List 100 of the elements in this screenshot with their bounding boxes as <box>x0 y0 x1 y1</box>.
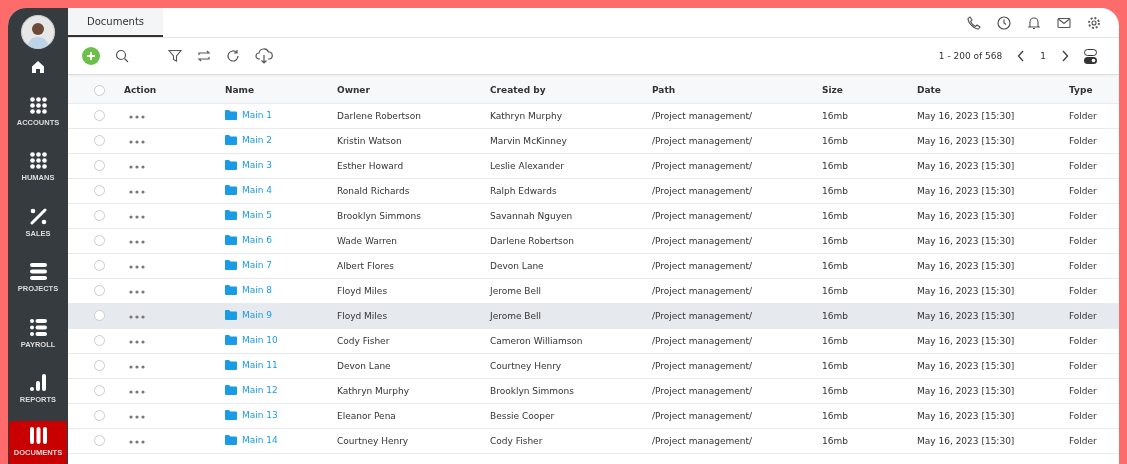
table-cell: Courtney Henry <box>490 360 562 371</box>
table-cell: Bessie Cooper <box>490 410 555 421</box>
table-cell: 16mb <box>822 135 848 146</box>
table-cell: Folder <box>1069 160 1097 171</box>
table-cell: Jerome Bell <box>490 285 542 296</box>
table-cell: Ronald Richards <box>337 185 410 196</box>
table-cell: Albert Flores <box>337 260 394 271</box>
table-row[interactable]: Main 9 Floyd Miles Jerome Bell /Project management/ 16mb May 16, 2023 [15:30] Folder <box>68 303 1119 328</box>
table-cell: Wade Warren <box>337 235 398 246</box>
table-cell: Folder <box>1069 385 1097 396</box>
table-cell: Floyd Miles <box>337 285 388 296</box>
table-row[interactable]: Main 14 Courtney Henry Cody Fisher /Project management/ 16mb May 16, 2023 [15:30] Folder <box>68 428 1119 453</box>
table-cell: /Project management/ <box>652 435 752 446</box>
column-header[interactable]: Action <box>124 85 157 96</box>
column-header[interactable]: Created by <box>490 85 546 96</box>
column-header[interactable]: Path <box>652 85 676 96</box>
table-cell: 16mb <box>822 110 848 121</box>
table-row[interactable]: Main 4 Ronald Richards Ralph Edwards /Project management/ 16mb May 16, 2023 [15:30] Folder <box>68 178 1119 203</box>
pagination-range: 1 - 200 of 568 <box>938 51 1003 61</box>
table-cell: Ralph Edwards <box>490 185 557 196</box>
table-cell: Folder <box>1069 410 1097 421</box>
table-cell: 16mb <box>822 385 848 396</box>
table-cell: /Project management/ <box>652 360 752 371</box>
table-cell: /Project management/ <box>652 135 752 146</box>
table-cell: Folder <box>1069 360 1097 371</box>
table-row[interactable]: Main 1 Darlene Robertson Kathryn Murphy /Project management/ 16mb May 16, 2023 [15:30] Folder <box>68 103 1119 128</box>
table-cell: Brooklyn Simmons <box>490 385 574 396</box>
table-cell: /Project management/ <box>652 160 752 171</box>
table-cell: Savannah Nguyen <box>490 210 573 221</box>
table-cell: May 16, 2023 [15:30] <box>917 185 1015 196</box>
table-cell: 16mb <box>822 160 848 171</box>
table-cell: 16mb <box>822 410 848 421</box>
table-cell: Kathryn Murphy <box>490 110 562 121</box>
table-row[interactable]: Main 12 Kathryn Murphy Brooklyn Simmons /Project management/ 16mb May 16, 2023 [15:30] Folder <box>68 378 1119 403</box>
table-cell: Folder <box>1069 285 1097 296</box>
table-row[interactable]: Main 3 Esther Howard Leslie Alexander /Project management/ 16mb May 16, 2023 [15:30] Folder <box>68 153 1119 178</box>
table-row[interactable]: Main 7 Albert Flores Devon Lane /Project management/ 16mb May 16, 2023 [15:30] Folder <box>68 253 1119 278</box>
table-cell: Cody Fisher <box>337 335 390 346</box>
table-cell: 16mb <box>822 335 848 346</box>
table-cell: Kathryn Murphy <box>337 385 409 396</box>
table-cell: 16mb <box>822 235 848 246</box>
table-cell: May 16, 2023 [15:30] <box>917 135 1015 146</box>
table-cell: /Project management/ <box>652 385 752 396</box>
column-header[interactable]: Date <box>917 85 941 96</box>
table-cell: Kristin Watson <box>337 135 402 146</box>
column-header[interactable]: Name <box>225 85 255 96</box>
column-header[interactable]: Owner <box>337 85 370 96</box>
table-cell: 16mb <box>822 285 848 296</box>
table-cell: /Project management/ <box>652 285 752 296</box>
table-cell: /Project management/ <box>652 260 752 271</box>
table-cell: Jerome Bell <box>490 310 542 321</box>
table-cell: 16mb <box>822 360 848 371</box>
column-header[interactable]: Type <box>1069 85 1093 96</box>
table-cell: May 16, 2023 [15:30] <box>917 160 1015 171</box>
table-cell: Darlene Robertson <box>337 110 422 121</box>
table-cell: Folder <box>1069 135 1097 146</box>
table-cell: /Project management/ <box>652 110 752 121</box>
table-cell: Courtney Henry <box>337 435 409 446</box>
table-cell: 16mb <box>822 260 848 271</box>
table-cell: Folder <box>1069 235 1097 246</box>
table-cell: May 16, 2023 [15:30] <box>917 210 1015 221</box>
table-cell: Folder <box>1069 310 1097 321</box>
page-number[interactable]: 1 <box>1040 51 1046 61</box>
table-cell: /Project management/ <box>652 410 752 421</box>
table-row[interactable]: Main 5 Brooklyn Simmons Savannah Nguyen /Project management/ 16mb May 16, 2023 [15:30] Folder <box>68 203 1119 228</box>
table-cell: May 16, 2023 [15:30] <box>917 435 1015 446</box>
table-cell: May 16, 2023 [15:30] <box>917 110 1015 121</box>
table-cell: Folder <box>1069 185 1097 196</box>
table-cell: May 16, 2023 [15:30] <box>917 385 1015 396</box>
table-cell: Folder <box>1069 335 1097 346</box>
table-cell: Devon Lane <box>490 260 544 271</box>
table-cell: /Project management/ <box>652 210 752 221</box>
table-row[interactable]: Main 10 Cody Fisher Cameron Williamson /Project management/ 16mb May 16, 2023 [15:30] Folder <box>68 328 1119 353</box>
tab[interactable]: Documents <box>68 8 164 37</box>
table-cell: /Project management/ <box>652 235 752 246</box>
table-cell: Darlene Robertson <box>490 235 575 246</box>
table-cell: Marvin McKinney <box>490 135 567 146</box>
table-cell: Folder <box>1069 260 1097 271</box>
table-cell: Eleanor Pena <box>337 410 396 421</box>
table-cell: Brooklyn Simmons <box>337 210 421 221</box>
table-cell: May 16, 2023 [15:30] <box>917 260 1015 271</box>
table-cell: 16mb <box>822 185 848 196</box>
table-row[interactable]: Main 13 Eleanor Pena Bessie Cooper /Project management/ 16mb May 16, 2023 [15:30] Folder <box>68 403 1119 428</box>
table-cell: /Project management/ <box>652 335 752 346</box>
table-cell: Devon Lane <box>337 360 391 371</box>
table-cell: Folder <box>1069 435 1097 446</box>
table-cell: May 16, 2023 [15:30] <box>917 285 1015 296</box>
table-row[interactable]: Main 2 Kristin Watson Marvin McKinney /Project management/ 16mb May 16, 2023 [15:30] Folder <box>68 128 1119 153</box>
table-cell: 16mb <box>822 210 848 221</box>
table-row[interactable]: Main 8 Floyd Miles Jerome Bell /Project management/ 16mb May 16, 2023 [15:30] Folder <box>68 278 1119 303</box>
table-row[interactable]: Main 6 Wade Warren Darlene Robertson /Project management/ 16mb May 16, 2023 [15:30] Folder <box>68 228 1119 253</box>
table-cell: May 16, 2023 [15:30] <box>917 335 1015 346</box>
table-cell: 16mb <box>822 310 848 321</box>
table-cell: Cameron Williamson <box>490 335 583 346</box>
table-cell: Cody Fisher <box>490 435 543 446</box>
table-cell: 16mb <box>822 435 848 446</box>
column-header[interactable]: Size <box>822 85 843 96</box>
table-row[interactable]: Main 11 Devon Lane Courtney Henry /Project management/ 16mb May 16, 2023 [15:30] Folder <box>68 353 1119 378</box>
table-cell: /Project management/ <box>652 185 752 196</box>
table-cell: Floyd Miles <box>337 310 388 321</box>
